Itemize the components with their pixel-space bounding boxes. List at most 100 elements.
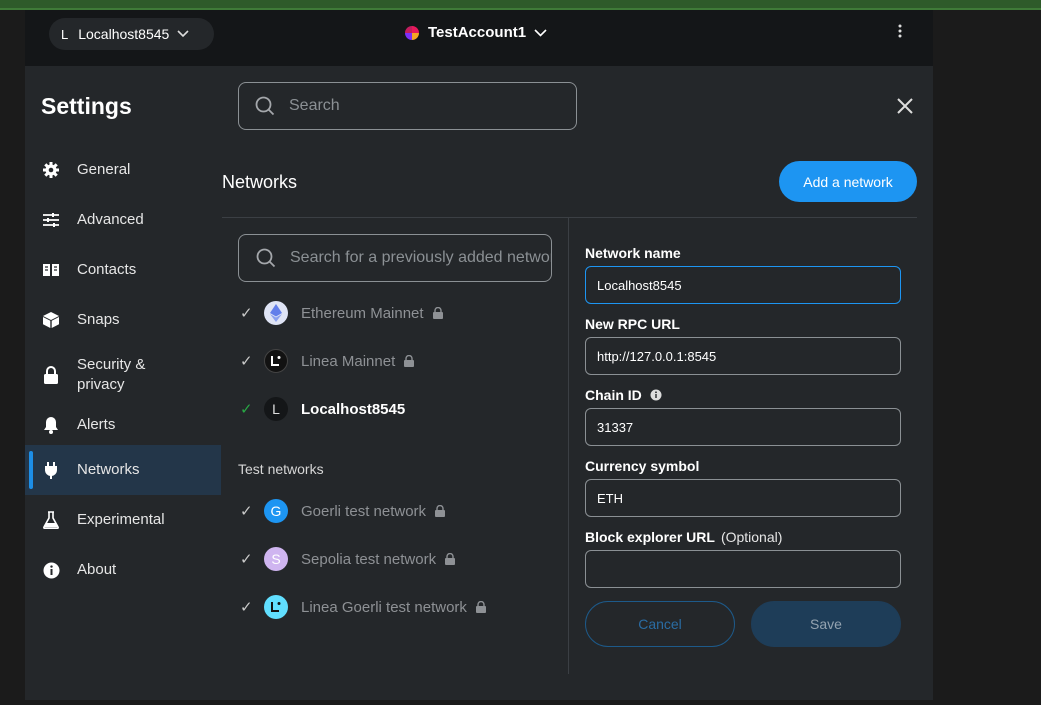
sidebar-item-label: About: [77, 561, 117, 578]
check-icon: ✓: [240, 353, 253, 370]
network-form: Network name New RPC URL Chain ID Curren…: [585, 241, 901, 596]
lock-icon: [404, 355, 415, 367]
info-icon: [42, 561, 60, 579]
check-icon: ✓: [240, 599, 253, 616]
network-row-ethereum[interactable]: ✓ Ethereum Mainnet: [238, 289, 558, 337]
form-buttons: Cancel Save: [585, 601, 901, 647]
sidebar-item-security[interactable]: Security & privacy: [25, 345, 221, 405]
network-row-sepolia[interactable]: ✓ S Sepolia test network: [238, 535, 558, 583]
sidebar-item-general[interactable]: General: [25, 145, 221, 195]
currency-symbol-label: Currency symbol: [585, 458, 700, 474]
sidebar-item-label: Contacts: [77, 261, 137, 278]
network-picker[interactable]: L Localhost8545: [49, 18, 214, 50]
lock-icon: [475, 601, 486, 613]
lock-icon: [435, 505, 446, 517]
sidebar-item-snaps[interactable]: Snaps: [25, 295, 221, 345]
settings-search[interactable]: [238, 82, 577, 130]
check-icon: ✓: [240, 401, 253, 418]
sidebar-item-advanced[interactable]: Advanced: [25, 195, 221, 245]
linea-goerli-icon: [264, 595, 288, 619]
linea-icon: [264, 349, 288, 373]
chevron-down-icon: [534, 25, 547, 40]
test-network-list: ✓ G Goerli test network ✓ S Sepolia test…: [238, 487, 558, 631]
network-row-goerli[interactable]: ✓ G Goerli test network: [238, 487, 558, 535]
optional-label: (Optional): [720, 529, 783, 545]
sidebar-item-experimental[interactable]: Experimental: [25, 495, 221, 545]
account-name: TestAccount1: [428, 24, 527, 41]
sidebar-item-label: Snaps: [77, 311, 120, 328]
network-letter-icon: L: [264, 397, 288, 421]
sidebar-item-label: Alerts: [77, 416, 116, 433]
top-strip: [0, 0, 1041, 10]
sliders-icon: [42, 211, 60, 229]
network-name: Ethereum Mainnet: [301, 304, 424, 322]
sidebar-item-about[interactable]: About: [25, 545, 221, 595]
network-letter: L: [61, 26, 69, 42]
lock-icon: [42, 366, 60, 384]
sidebar-item-label: Experimental: [77, 511, 165, 528]
network-name: Goerli test network: [301, 502, 427, 520]
flask-icon: [42, 511, 60, 529]
check-icon: ✓: [240, 503, 253, 520]
network-letter-icon: G: [264, 499, 288, 523]
network-letter-icon: S: [264, 547, 288, 571]
info-icon[interactable]: [650, 389, 662, 401]
network-row-linea-goerli[interactable]: ✓ Linea Goerli test network: [238, 583, 558, 631]
network-row-localhost[interactable]: ✓ L Localhost8545: [238, 385, 558, 433]
close-icon[interactable]: [895, 96, 915, 116]
kebab-menu-icon[interactable]: [898, 24, 902, 43]
network-name: Linea Mainnet: [301, 352, 396, 370]
chain-id-field[interactable]: [585, 408, 901, 446]
search-icon: [256, 248, 276, 268]
ethereum-icon: [264, 301, 288, 325]
network-search[interactable]: [238, 234, 552, 282]
cancel-button[interactable]: Cancel: [585, 601, 735, 647]
network-name: Localhost8545: [301, 400, 406, 418]
network-row-linea[interactable]: ✓ Linea Mainnet: [238, 337, 558, 385]
gear-icon: [42, 161, 60, 179]
cube-icon: [42, 311, 60, 329]
save-button[interactable]: Save: [751, 601, 901, 647]
sidebar-item-label: Advanced: [77, 211, 144, 228]
sidebar-item-alerts[interactable]: Alerts: [25, 405, 221, 445]
chain-id-label: Chain ID: [585, 387, 642, 403]
check-icon: ✓: [240, 551, 253, 568]
sidebar-item-label: Networks: [77, 461, 140, 478]
rpc-url-label: New RPC URL: [585, 316, 680, 332]
network-picker-label: Localhost8545: [78, 26, 170, 42]
add-network-button[interactable]: Add a network: [779, 161, 917, 202]
rpc-url-field[interactable]: [585, 337, 901, 375]
sidebar-item-networks[interactable]: Networks: [25, 445, 221, 495]
settings-window: L Localhost8545 TestAccount1 Settings Se…: [25, 10, 933, 700]
test-networks-heading: Test networks: [238, 461, 324, 477]
network-name: Linea Goerli test network: [301, 598, 467, 616]
check-icon: ✓: [240, 305, 253, 322]
networks-section-title: Networks: [222, 172, 298, 192]
sidebar-item-label: General: [77, 161, 131, 178]
book-icon: [42, 261, 60, 279]
settings-sidebar: General Advanced Contacts Snaps Security…: [25, 145, 221, 595]
network-name-label: Network name: [585, 245, 681, 261]
settings-search-input[interactable]: [289, 97, 576, 115]
chain-id-label-row: Chain ID: [585, 383, 901, 407]
divider: [568, 218, 569, 674]
network-search-input[interactable]: [290, 249, 551, 267]
sidebar-item-contacts[interactable]: Contacts: [25, 245, 221, 295]
currency-symbol-field[interactable]: [585, 479, 901, 517]
page-title: Settings: [41, 93, 132, 119]
plug-icon: [42, 461, 60, 479]
lock-icon: [432, 307, 443, 319]
lock-icon: [445, 553, 456, 565]
search-icon: [255, 96, 275, 116]
block-explorer-label-row: Block explorer URL (Optional): [585, 525, 901, 549]
chevron-down-icon: [177, 27, 189, 41]
account-avatar: [405, 25, 419, 40]
network-name: Sepolia test network: [301, 550, 437, 568]
network-name-field[interactable]: [585, 266, 901, 304]
account-picker[interactable]: TestAccount1: [405, 24, 547, 41]
block-explorer-field[interactable]: [585, 550, 901, 588]
sidebar-item-label: Security & privacy: [77, 356, 146, 393]
app-header: L Localhost8545 TestAccount1: [25, 10, 933, 66]
bell-icon: [42, 416, 60, 434]
network-list: ✓ Ethereum Mainnet ✓ Linea Mainnet ✓ L L…: [238, 289, 558, 433]
